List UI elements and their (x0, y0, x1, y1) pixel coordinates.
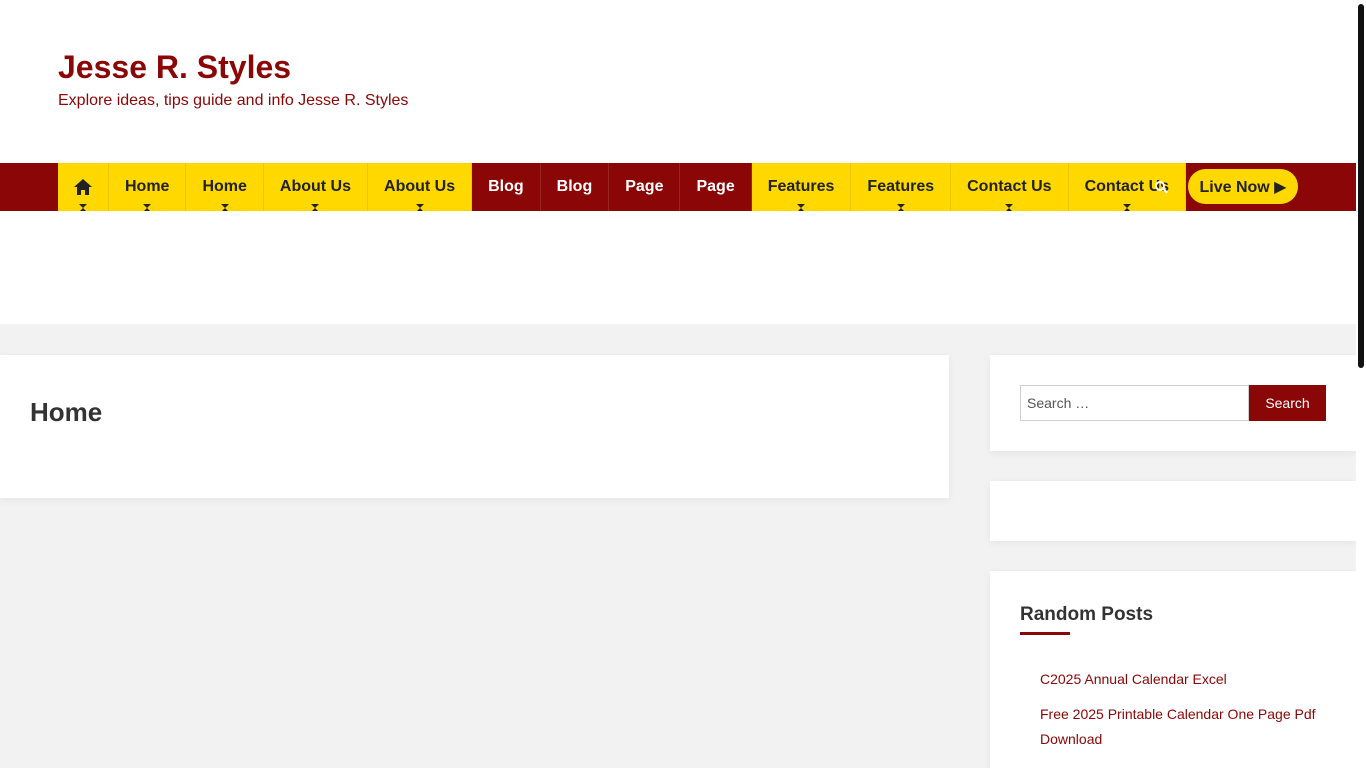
search-input[interactable] (1020, 385, 1249, 421)
nav-item-features[interactable]: Features (751, 163, 852, 212)
search-button[interactable]: Search (1249, 385, 1326, 421)
random-posts-widget: Random Posts C2025 Annual Calendar Excel… (990, 571, 1356, 768)
nav-item-contact-us[interactable]: Contact Us (951, 163, 1069, 212)
nav-item-blog[interactable]: Blog (540, 163, 610, 211)
search-icon (1155, 181, 1168, 194)
post-link[interactable]: Free 2025 Printable Calendar One Page Pd… (1040, 702, 1330, 752)
nav-item-page[interactable]: Page (680, 163, 752, 211)
scrollbar[interactable] (1356, 0, 1366, 768)
search-widget: Search (990, 355, 1356, 451)
nav-item-page[interactable]: Page (609, 163, 681, 211)
header-banner-area (0, 211, 1356, 324)
site-description: Explore ideas, tips guide and info Jesse… (58, 92, 409, 109)
nav-item-blog[interactable]: Blog (472, 163, 541, 211)
title-underline (1020, 632, 1070, 635)
nav-home-icon-link[interactable] (58, 163, 109, 212)
nav-item-home[interactable]: Home (109, 163, 187, 212)
nav-item-features[interactable]: Features (851, 163, 952, 212)
site-header: Jesse R. Styles Explore ideas, tips guid… (0, 0, 1356, 163)
widget-title: Random Posts (1020, 604, 1154, 625)
main-navigation: Home Home About Us About Us Blog Blog Pa… (0, 163, 1356, 212)
post-list: C2025 Annual Calendar Excel Free 2025 Pr… (1040, 667, 1330, 762)
empty-widget (990, 481, 1356, 541)
home-icon (74, 179, 92, 195)
site-title[interactable]: Jesse R. Styles (58, 49, 291, 86)
content-card: Home (0, 355, 949, 498)
search-toggle-button[interactable] (1145, 163, 1177, 211)
nav-item-about-us[interactable]: About Us (368, 163, 473, 212)
post-link[interactable]: C2025 Annual Calendar Excel (1040, 667, 1330, 692)
scrollbar-thumb[interactable] (1358, 4, 1364, 368)
nav-menu: Home Home About Us About Us Blog Blog Pa… (58, 163, 1187, 212)
page-title: Home (30, 397, 103, 427)
nav-item-home[interactable]: Home (186, 163, 264, 212)
nav-item-about-us[interactable]: About Us (263, 163, 369, 212)
live-now-button[interactable]: Live Now ▶ (1188, 169, 1298, 204)
